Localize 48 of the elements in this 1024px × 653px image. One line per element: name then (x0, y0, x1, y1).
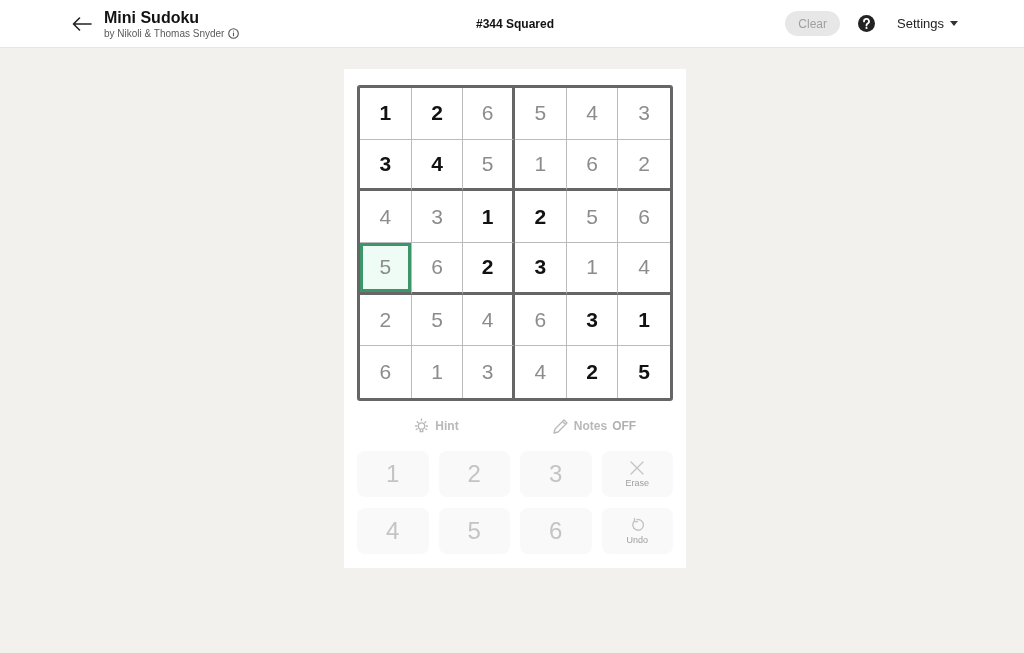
undo-icon (630, 517, 645, 532)
grid-cell[interactable]: 2 (411, 88, 464, 140)
grid-cell[interactable]: 2 (618, 139, 670, 192)
info-icon[interactable] (228, 28, 240, 39)
grid-cell[interactable]: 1 (515, 139, 567, 192)
grid-cell[interactable]: 5 (566, 191, 619, 243)
back-button[interactable] (72, 16, 92, 31)
grid-cell[interactable]: 2 (566, 346, 619, 398)
puzzle-title: #344 Squared (476, 16, 555, 31)
grid-cell[interactable]: 4 (618, 243, 670, 295)
notes-status: OFF (612, 419, 637, 433)
grid-cell[interactable]: 6 (463, 88, 515, 140)
grid-cell[interactable]: 6 (618, 191, 670, 243)
grid-cell[interactable]: 3 (411, 191, 464, 243)
grid-cell[interactable]: 4 (515, 346, 567, 398)
grid-cell[interactable]: 1 (360, 88, 412, 140)
grid-cell[interactable]: 4 (566, 88, 619, 140)
grid-cell[interactable]: 5 (618, 346, 670, 398)
cross-icon (630, 460, 645, 475)
grid-cell[interactable]: 3 (515, 243, 567, 295)
grid-cell[interactable]: 5 (463, 139, 515, 192)
grid-cell[interactable]: 6 (411, 243, 464, 295)
game-title: Mini Sudoku (104, 7, 201, 27)
grid-cell[interactable]: 2 (360, 294, 412, 347)
grid-cell[interactable]: 5 (515, 88, 567, 140)
caret-icon (950, 21, 958, 26)
grid-cell[interactable]: 5 (411, 294, 464, 347)
grid-cell[interactable]: 6 (515, 294, 567, 347)
grid-cell[interactable]: 6 (566, 139, 619, 192)
grid-cell[interactable]: 3 (360, 139, 412, 192)
grid-cell[interactable]: 4 (463, 294, 515, 347)
grid-cell[interactable]: 1 (566, 243, 619, 295)
byline: by Nikoli & Thomas Snyder (104, 27, 225, 40)
grid-cell[interactable]: 3 (463, 346, 515, 398)
grid-cell[interactable]: 2 (515, 191, 567, 243)
grid-cell[interactable]: 3 (566, 294, 619, 347)
grid-cell[interactable]: 3 (618, 88, 670, 140)
grid-cell[interactable]: 1 (618, 294, 670, 347)
grid-cell[interactable]: 5 (360, 243, 412, 295)
grid-cell[interactable]: 4 (411, 139, 464, 192)
pencil-icon (551, 417, 569, 435)
grid-cell[interactable]: 1 (463, 191, 515, 243)
grid-cell[interactable]: 6 (360, 346, 412, 398)
grid-cell[interactable]: 1 (411, 346, 464, 398)
grid-cell[interactable]: 2 (463, 243, 515, 295)
help-icon[interactable] (858, 15, 876, 32)
settings-menu[interactable]: Settings (897, 16, 958, 31)
lightbulb-icon (413, 417, 431, 435)
